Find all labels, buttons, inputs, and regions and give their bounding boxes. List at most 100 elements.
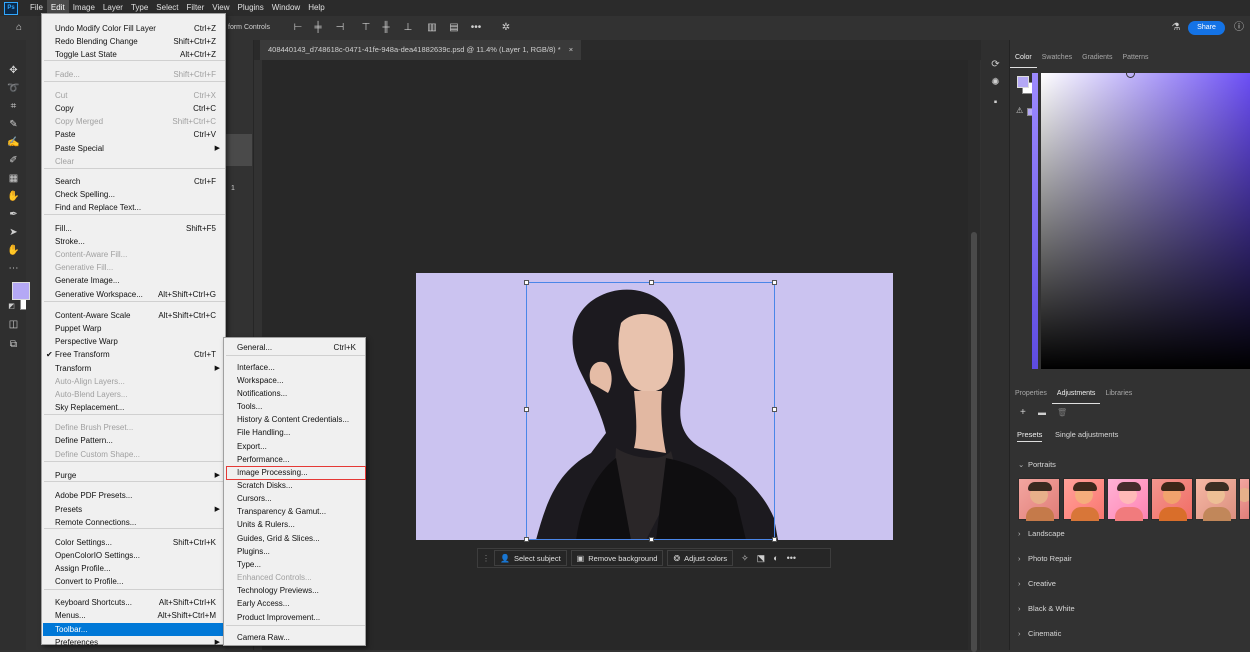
gear-icon[interactable]: ✲ (500, 22, 512, 34)
edit-menu-item-paste-special[interactable]: Paste Special ▶ (43, 142, 224, 155)
transform-bounding-box[interactable] (524, 280, 777, 542)
align-bottom-icon[interactable]: ⊥ (402, 22, 414, 34)
edit-menu-item-stroke[interactable]: Stroke... (43, 235, 224, 248)
crop-tool-icon[interactable]: ⌗ (7, 100, 20, 113)
edit-menu-item-perspective-warp[interactable]: Perspective Warp (43, 335, 224, 348)
menu-window[interactable]: Window (268, 0, 304, 16)
portrait-preset-thumb[interactable] (1195, 478, 1237, 521)
eraser-tool-icon[interactable]: ✐ (7, 154, 20, 167)
edit-menu-item-check-spelling[interactable]: Check Spelling... (43, 188, 224, 201)
edit-menu-item-sky-replacement[interactable]: Sky Replacement... (43, 401, 224, 414)
edit-menu-item-define-pattern[interactable]: Define Pattern... (43, 434, 224, 447)
pref-item-file-handling[interactable]: File Handling... (225, 426, 364, 439)
sparkle-icon[interactable]: ✧ (741, 553, 749, 564)
gamut-warning-icon[interactable]: ⚠ (1016, 106, 1023, 115)
trash-icon[interactable]: 🗑 (1057, 408, 1067, 417)
foreground-color-swatch[interactable] (12, 282, 30, 300)
edit-menu-item-menus[interactable]: Menus... Alt+Shift+Ctrl+M (43, 609, 224, 622)
pref-item-performance[interactable]: Performance... (225, 453, 364, 466)
edit-menu-item-assign-profile[interactable]: Assign Profile... (43, 562, 224, 575)
pref-item-interface[interactable]: Interface... (225, 361, 364, 374)
pref-item-general[interactable]: General... Ctrl+K (225, 341, 364, 354)
edit-menu-item-convert-to-profile[interactable]: Convert to Profile... (43, 575, 224, 588)
distribute-v-icon[interactable]: ▤ (448, 22, 460, 34)
edit-menu-item-copy[interactable]: Copy Ctrl+C (43, 102, 224, 115)
share-button[interactable]: Share (1188, 21, 1225, 35)
vertical-scrollbar[interactable] (968, 60, 980, 652)
tab-patterns[interactable]: Patterns (1117, 49, 1153, 67)
pref-item-transparency-and-gamut[interactable]: Transparency & Gamut... (225, 505, 364, 518)
edit-menu-item-paste[interactable]: Paste Ctrl+V (43, 128, 224, 141)
select-subject-button[interactable]: 👤 Select subject (494, 550, 567, 566)
default-colors-icon[interactable]: ◩ (5, 300, 18, 313)
pref-item-export[interactable]: Export... (225, 440, 364, 453)
subtab-presets[interactable]: Presets (1017, 430, 1043, 442)
brush-settings-icon[interactable]: ✺ (989, 76, 1002, 89)
tab-swatches[interactable]: Swatches (1037, 49, 1077, 67)
pen-tool-icon[interactable]: ✒ (7, 208, 20, 221)
edit-menu-item-content-aware-scale[interactable]: Content-Aware Scale Alt+Shift+Ctrl+C (43, 309, 224, 322)
edit-menu-item-redo-blending-change[interactable]: Redo Blending Change Shift+Ctrl+Z (43, 35, 224, 48)
align-center-icon[interactable]: ╪ (312, 22, 324, 34)
path-select-tool-icon[interactable]: ➤ (7, 226, 20, 239)
pref-item-type[interactable]: Type... (225, 558, 364, 571)
edit-menu-item-purge[interactable]: Purge ▶ (43, 469, 224, 482)
group-cinematic[interactable]: › Cinematic (1018, 627, 1061, 641)
tab-gradients[interactable]: Gradients (1077, 49, 1117, 67)
transform-handle-mr[interactable] (772, 407, 777, 412)
eyedropper-tool-icon[interactable]: ✎ (7, 118, 20, 131)
pref-item-scratch-disks[interactable]: Scratch Disks... (225, 479, 364, 492)
pref-item-product-improvement[interactable]: Product Improvement... (225, 611, 364, 624)
tab-libraries[interactable]: Libraries (1100, 385, 1137, 403)
flask-icon[interactable]: ⚗ (1170, 22, 1182, 34)
edit-menu-item-search[interactable]: Search Ctrl+F (43, 175, 224, 188)
pref-item-guides-grid-and-slices[interactable]: Guides, Grid & Slices... (225, 532, 364, 545)
pref-item-notifications[interactable]: Notifications... (225, 387, 364, 400)
brush-tool-icon[interactable]: ✍ (7, 136, 20, 149)
transform-icon[interactable]: ⬔ (757, 553, 766, 564)
history-icon[interactable]: ⟳ (989, 58, 1002, 71)
close-tab-icon[interactable]: × (569, 45, 573, 54)
edit-menu-item-fill[interactable]: Fill... Shift+F5 (43, 222, 224, 235)
document-tab[interactable]: 408440143_d748618c-0471-41fe-948a-dea418… (260, 40, 582, 60)
pref-item-camera-raw[interactable]: Camera Raw... (225, 631, 364, 644)
move-tool-icon[interactable]: ✥ (7, 64, 20, 77)
group-landscape[interactable]: › Landscape (1018, 527, 1065, 541)
color-panel-foreground[interactable] (1017, 76, 1029, 88)
transform-handle-br[interactable] (772, 537, 777, 542)
group-creative[interactable]: › Creative (1018, 577, 1056, 591)
home-icon[interactable]: ⌂ (13, 22, 25, 34)
screen-mode-icon[interactable]: ⧉ (7, 338, 20, 351)
transform-handle-bc[interactable] (649, 537, 654, 542)
transform-handle-tc[interactable] (649, 280, 654, 285)
edit-menu-item-keyboard-shortcuts[interactable]: Keyboard Shortcuts... Alt+Shift+Ctrl+K (43, 596, 224, 609)
transform-handle-tl[interactable] (524, 280, 529, 285)
hue-slider[interactable] (1032, 73, 1038, 369)
edit-menu-item-generative-workspace[interactable]: Generative Workspace... Alt+Shift+Ctrl+G (43, 288, 224, 301)
pref-item-early-access[interactable]: Early Access... (225, 597, 364, 610)
portrait-preset-thumb[interactable] (1107, 478, 1149, 521)
portrait-preset-thumb[interactable] (1239, 478, 1250, 520)
hand-tool-icon[interactable]: ✋ (7, 244, 20, 257)
tab-color[interactable]: Color (1010, 49, 1037, 68)
portrait-preset-thumb[interactable] (1063, 478, 1105, 521)
edit-menu-item-toolbar[interactable]: Toolbar... (43, 623, 224, 636)
quick-mask-icon[interactable]: ◫ (7, 318, 20, 331)
more-icon[interactable]: ••• (787, 553, 796, 563)
edit-menu-item-free-transform[interactable]: ✔ Free Transform Ctrl+T (43, 348, 224, 361)
edit-menu-item-presets[interactable]: Presets ▶ (43, 503, 224, 516)
dodge-tool-icon[interactable]: ✋ (7, 190, 20, 203)
edit-menu-item-undo-modify-color-fill-layer[interactable]: Undo Modify Color Fill Layer Ctrl+Z (43, 22, 224, 35)
scrollbar-thumb[interactable] (971, 232, 977, 652)
edit-menu-item-preferences[interactable]: Preferences ▶ (43, 636, 224, 649)
pref-item-tools[interactable]: Tools... (225, 400, 364, 413)
subtab-single-adjustments[interactable]: Single adjustments (1055, 430, 1118, 439)
remove-background-button[interactable]: ▣ Remove background (570, 550, 664, 566)
contrast-icon[interactable]: ◐ (773, 553, 778, 563)
transform-controls-label[interactable]: form Controls (228, 24, 270, 31)
portrait-preset-thumb[interactable] (1018, 478, 1060, 521)
pref-item-history-and-content-credentials[interactable]: History & Content Credentials... (225, 413, 364, 426)
align-right-icon[interactable]: ⊣ (334, 22, 346, 34)
edit-menu-item-adobe-pdf-presets[interactable]: Adobe PDF Presets... (43, 489, 224, 502)
gradient-tool-icon[interactable]: ▦ (7, 172, 20, 185)
